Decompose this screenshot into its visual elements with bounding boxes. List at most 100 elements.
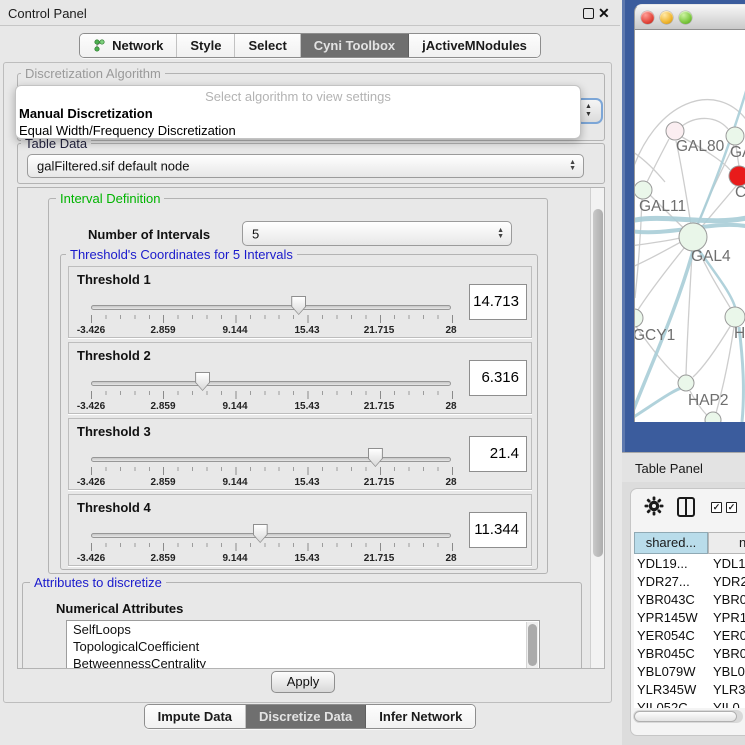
interval-definition-group-label: Interval Definition: [56, 192, 164, 205]
axis-tick-label: 9.144: [222, 477, 247, 488]
gear-icon[interactable]: [644, 496, 664, 516]
table-row[interactable]: YPR145WYPR1: [634, 610, 745, 628]
tab-jactivemnodules[interactable]: jActiveMNodules: [409, 34, 540, 57]
dropdown-prompt-item[interactable]: Select algorithm to view settings: [16, 89, 580, 104]
network-node[interactable]: [726, 127, 744, 145]
column-header-shared-name[interactable]: shared...: [634, 532, 708, 554]
close-traffic-light-icon[interactable]: [641, 11, 654, 24]
network-window-titlebar[interactable]: [634, 4, 745, 30]
slider-axis-labels: -3.426 2.859 9.144 15.43 21.715 28: [91, 553, 451, 564]
table-horizontal-scrollbar[interactable]: [633, 710, 743, 723]
tab-network[interactable]: Network: [80, 34, 177, 57]
table-row[interactable]: YIL052CYIL0: [634, 700, 745, 708]
axis-tick-label: 9.144: [222, 401, 247, 412]
dropdown-option-manual-discretization[interactable]: Manual Discretization: [19, 106, 153, 121]
threshold-2-value-field[interactable]: 6.316: [469, 360, 527, 396]
control-panel-titlebar: Control Panel ✕: [0, 0, 620, 26]
table-data-combobox-value: galFiltered.sif default node: [37, 159, 189, 174]
attributes-group-label: Attributes to discretize: [30, 576, 166, 589]
threshold-3-slider-track[interactable]: [91, 457, 451, 462]
network-node-label: GCY1: [635, 327, 675, 344]
axis-tick-label: -3.426: [77, 401, 105, 412]
scrollbar-thumb[interactable]: [593, 209, 603, 557]
list-item[interactable]: SelfLoops: [67, 621, 539, 638]
network-node[interactable]: [635, 181, 652, 199]
axis-tick-label: 15.43: [294, 401, 319, 412]
tab-cyni-toolbox[interactable]: Cyni Toolbox: [301, 34, 409, 57]
apply-button[interactable]: Apply: [271, 671, 335, 693]
slider-axis-labels: -3.426 2.859 9.144 15.43 21.715 28: [91, 325, 451, 336]
table-row[interactable]: YLR345WYLR3: [634, 682, 745, 700]
checkbox-checked-icon[interactable]: ✓: [711, 502, 722, 513]
axis-tick-label: 21.715: [364, 477, 395, 488]
list-item[interactable]: TopologicalCoefficient: [67, 638, 539, 655]
network-node[interactable]: [729, 166, 745, 186]
list-scrollbar[interactable]: [526, 622, 538, 669]
threshold-2-label: Threshold 2: [77, 348, 151, 363]
float-window-icon[interactable]: [583, 8, 594, 19]
axis-tick-label: 28: [445, 477, 456, 488]
threshold-3-slider-thumb[interactable]: [368, 448, 383, 467]
dropdown-option-equal-width-frequency[interactable]: Equal Width/Frequency Discretization: [19, 123, 236, 138]
panel-title: Control Panel: [8, 6, 87, 21]
threshold-2-slider-thumb[interactable]: [195, 372, 210, 391]
network-node-label: GAL11: [639, 198, 686, 215]
numerical-attributes-list: SelfLoops TopologicalCoefficient Between…: [66, 620, 540, 669]
network-node-label: H: [734, 325, 745, 342]
network-node[interactable]: [679, 223, 707, 251]
network-view-canvas[interactable]: GAL80GACGAL11GAL4HGCY1HAP2: [634, 30, 745, 422]
top-tabbar: Network Style Select Cyni Toolbox jActiv…: [0, 32, 620, 58]
network-node-label: GAL80: [676, 138, 725, 155]
number-of-intervals-combobox[interactable]: 5 ▲▼: [242, 221, 512, 246]
close-icon[interactable]: ✕: [598, 4, 610, 22]
axis-tick-label: 15.43: [294, 477, 319, 488]
network-node[interactable]: [678, 375, 694, 391]
tab-impute-data[interactable]: Impute Data: [145, 705, 246, 728]
table-row[interactable]: YDR27...YDR2: [634, 574, 745, 592]
axis-tick-label: 28: [445, 553, 456, 564]
table-row[interactable]: YBR043CYBR0: [634, 592, 745, 610]
threshold-4-slider-thumb[interactable]: [253, 524, 268, 543]
algorithm-dropdown-popup: Select algorithm to view settings Manual…: [15, 85, 581, 139]
threshold-3-value-field[interactable]: 21.4: [469, 436, 527, 472]
table-row[interactable]: YER054CYER0: [634, 628, 745, 646]
axis-tick-label: 28: [445, 401, 456, 412]
scrollbar-thumb[interactable]: [634, 711, 737, 722]
threshold-1-value-field[interactable]: 14.713: [469, 284, 527, 320]
column-header-name[interactable]: n: [708, 532, 745, 554]
network-node[interactable]: [705, 412, 721, 422]
checkbox-checked-icon[interactable]: ✓: [726, 502, 737, 513]
network-node-label: GAL4: [691, 248, 731, 265]
network-node-label: GA: [730, 144, 745, 161]
zoom-traffic-light-icon[interactable]: [679, 11, 692, 24]
threshold-1-slider-track[interactable]: [91, 305, 451, 310]
slider-axis-labels: -3.426 2.859 9.144 15.43 21.715 28: [91, 401, 451, 412]
threshold-4-slider-track[interactable]: [91, 533, 451, 538]
tab-infer-network[interactable]: Infer Network: [366, 705, 475, 728]
list-item[interactable]: BetweennessCentrality: [67, 655, 539, 669]
axis-tick-label: 2.859: [150, 401, 175, 412]
table-row[interactable]: YDL19...YDL1: [634, 556, 745, 574]
axis-tick-label: -3.426: [77, 553, 105, 564]
slider-axis-labels: -3.426 2.859 9.144 15.43 21.715 28: [91, 477, 451, 488]
table-row[interactable]: YBR045CYBR0: [634, 646, 745, 664]
threshold-2-slider-track[interactable]: [91, 381, 451, 386]
threshold-4-value-field[interactable]: 11.344: [469, 512, 527, 548]
panel-scrollbar[interactable]: [590, 188, 605, 668]
column-layout-icon[interactable]: [677, 497, 695, 517]
threshold-1-slider-thumb[interactable]: [291, 296, 306, 315]
network-node-label: HAP2: [688, 392, 729, 409]
minimize-traffic-light-icon[interactable]: [660, 11, 673, 24]
network-tab-icon: [93, 39, 106, 52]
tab-discretize-data[interactable]: Discretize Data: [246, 705, 366, 728]
network-node[interactable]: [725, 307, 745, 327]
table-row[interactable]: YBL079WYBL0: [634, 664, 745, 682]
tab-select[interactable]: Select: [235, 34, 300, 57]
table-data-combobox[interactable]: galFiltered.sif default node ▲▼: [27, 154, 584, 178]
cyni-toolbox-panel: Discretization Algorithm ▲ ▼ Select algo…: [3, 62, 612, 703]
tab-style[interactable]: Style: [177, 34, 235, 57]
table-panel-header[interactable]: Table Panel: [622, 452, 745, 482]
network-node[interactable]: [635, 309, 643, 327]
axis-tick-label: -3.426: [77, 325, 105, 336]
slider-major-ticks: [91, 467, 453, 475]
